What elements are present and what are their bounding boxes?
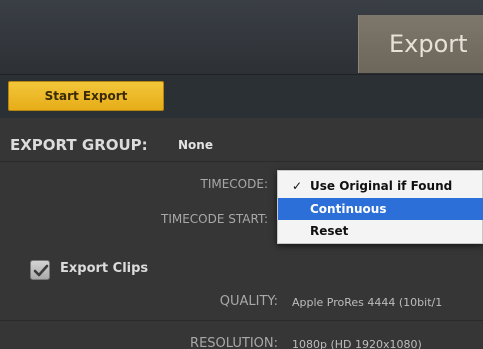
timecode-dropdown-menu[interactable]: ✓ Use Original if Found Continuous Reset (277, 170, 483, 244)
checkmark-icon (33, 264, 49, 277)
quality-label: QUALITY: (219, 294, 278, 309)
menu-item-label: Use Original if Found (310, 179, 453, 193)
export-clips-checkbox[interactable] (30, 260, 50, 280)
start-export-button[interactable]: Start Export (8, 81, 164, 111)
export-group-row: EXPORT GROUP: None (0, 128, 483, 162)
export-clips-label: Export Clips (60, 261, 149, 276)
menu-item-label: Continuous (310, 202, 387, 216)
resolution-value[interactable]: 1080p (HD 1920x1080) (292, 338, 422, 349)
divider (0, 320, 483, 321)
menu-item-label: Reset (310, 224, 349, 238)
resolution-label: RESOLUTION: (190, 336, 278, 349)
timecode-start-label: TIMECODE START: (160, 212, 268, 226)
menu-item-continuous[interactable]: Continuous (278, 198, 483, 220)
top-bar: Export (0, 0, 483, 74)
tab-export[interactable]: Export (358, 15, 483, 73)
menu-item-use-original[interactable]: ✓ Use Original if Found (278, 175, 483, 197)
quality-value[interactable]: Apple ProRes 4444 (10bit/1 (292, 296, 442, 309)
export-group-label: EXPORT GROUP: (10, 136, 148, 154)
toolbar: Start Export (0, 74, 483, 118)
checkmark-icon: ✓ (292, 179, 303, 193)
menu-item-reset[interactable]: Reset (278, 220, 483, 242)
timecode-label: TIMECODE: (200, 177, 269, 191)
export-group-value[interactable]: None (178, 138, 213, 152)
